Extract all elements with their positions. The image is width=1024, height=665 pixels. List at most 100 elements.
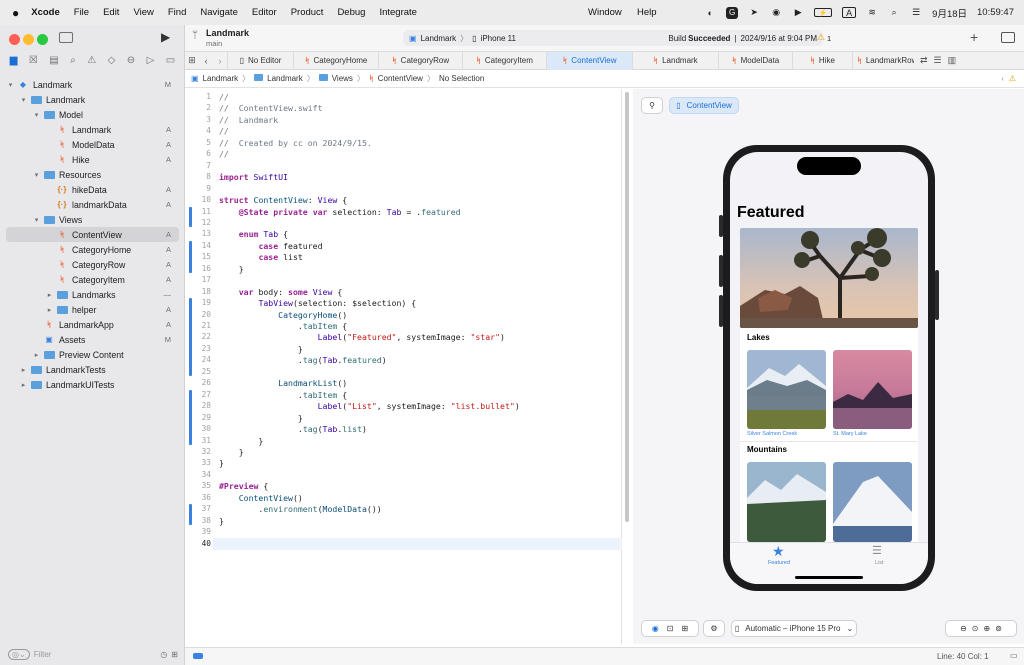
test-navigator-icon[interactable]: ◇ bbox=[108, 55, 116, 66]
status-play-icon[interactable]: ▶ bbox=[792, 7, 804, 19]
tab-landmarkrow[interactable]: ᛋ LandmarkRow bbox=[852, 51, 914, 70]
tab-hike[interactable]: ᛋ Hike bbox=[792, 51, 852, 70]
code-line[interactable]: // bbox=[219, 126, 229, 136]
menu-app-name[interactable]: Xcode bbox=[31, 7, 60, 18]
code-line[interactable]: ContentView() bbox=[219, 493, 303, 503]
code-line[interactable]: } bbox=[219, 413, 303, 423]
code-line[interactable]: } bbox=[219, 436, 263, 446]
editor-options-icon[interactable]: ⊞ bbox=[185, 55, 199, 66]
code-line[interactable]: struct ContentView: View { bbox=[219, 195, 347, 205]
tree-item-landmarkuitests[interactable]: ▸ LandmarkUITests bbox=[0, 377, 185, 392]
status-chat-icon[interactable]: ◉ bbox=[770, 7, 782, 19]
code-line[interactable]: } bbox=[219, 447, 244, 457]
inspector-icon[interactable]: ▭ bbox=[1010, 651, 1018, 660]
landmark-card-image[interactable] bbox=[747, 462, 826, 542]
code-line[interactable]: enum Tab { bbox=[219, 229, 288, 239]
chevron-down-icon[interactable]: ▾ bbox=[32, 111, 41, 119]
tree-item-resources[interactable]: ▾ Resources bbox=[0, 167, 185, 182]
project-title[interactable]: Landmark bbox=[206, 28, 249, 38]
debug-navigator-icon[interactable]: ⊖ bbox=[127, 55, 135, 66]
tree-item-assets[interactable]: ▣ Assets M bbox=[0, 332, 185, 347]
activity-viewer[interactable]: ▣ Landmark 〉 ▯ iPhone 11 Build Succeeded… bbox=[403, 30, 823, 46]
landmark-card-image[interactable] bbox=[833, 350, 912, 429]
warning-icon[interactable]: ⚠ bbox=[817, 32, 825, 43]
code-line[interactable]: } bbox=[219, 344, 303, 354]
code-line[interactable]: } bbox=[219, 516, 224, 526]
tab-contentview[interactable]: ᛋ ContentView bbox=[546, 51, 632, 70]
tab-categoryhome[interactable]: ᛋ CategoryHome bbox=[293, 51, 378, 70]
chevron-right-icon[interactable]: ▸ bbox=[19, 366, 28, 374]
filter-icon[interactable]: ◎⌄ bbox=[8, 648, 30, 660]
tab-categoryitem[interactable]: ᛋ CategoryItem bbox=[462, 51, 546, 70]
tree-item-categoryrow[interactable]: ᛋ CategoryRow A bbox=[0, 257, 185, 272]
zoom-fit-icon[interactable]: ⊙ bbox=[972, 624, 979, 633]
menu-window[interactable]: Window bbox=[588, 7, 622, 18]
recent-files-icon[interactable]: ◷ bbox=[160, 650, 167, 659]
find-navigator-icon[interactable]: ⌕ bbox=[70, 55, 76, 66]
tree-item-landmark[interactable]: ▾ Landmark bbox=[0, 92, 185, 107]
tab-list-label[interactable]: List bbox=[875, 560, 884, 566]
landmark-card-image[interactable] bbox=[833, 462, 912, 542]
code-line[interactable]: case list bbox=[219, 252, 302, 262]
code-line[interactable]: } bbox=[219, 458, 224, 468]
zoom-window-button[interactable] bbox=[37, 34, 48, 45]
variants-icon[interactable]: ⊞ bbox=[681, 624, 688, 633]
toggle-sidebar-icon[interactable] bbox=[59, 32, 73, 43]
jump-group[interactable]: Landmark bbox=[267, 74, 303, 83]
code-line[interactable]: // bbox=[219, 92, 229, 102]
tree-item-contentview[interactable]: ᛋ ContentView A bbox=[6, 227, 179, 242]
control-center-icon[interactable]: ☰ bbox=[910, 7, 922, 19]
code-line[interactable]: Label("Featured", systemImage: "star") bbox=[219, 332, 505, 342]
forward-icon[interactable]: › bbox=[213, 56, 227, 66]
tab-landmark[interactable]: ᛋ Landmark bbox=[632, 51, 718, 70]
tree-item-model[interactable]: ▾ Model bbox=[0, 107, 185, 122]
tree-item-landmark[interactable]: ▾ ◆ Landmark M bbox=[0, 77, 185, 92]
code-line[interactable]: LandmarkList() bbox=[219, 378, 347, 388]
code-line[interactable]: TabView(selection: $selection) { bbox=[219, 298, 416, 308]
tree-item-landmarks[interactable]: ▸ Landmarks — bbox=[0, 287, 185, 302]
star-icon[interactable]: ★ bbox=[772, 543, 785, 560]
tab-featured-label[interactable]: Featured bbox=[768, 560, 790, 566]
tab-modeldata[interactable]: ᛋ ModelData bbox=[718, 51, 792, 70]
menu-view[interactable]: View bbox=[133, 7, 153, 18]
tab-no-editor[interactable]: ▯ No Editor bbox=[227, 51, 293, 70]
tree-item-landmarkdata[interactable]: {·} landmarkData A bbox=[0, 197, 185, 212]
tree-item-helper[interactable]: ▸ helper A bbox=[0, 302, 185, 317]
run-button[interactable]: ▶ bbox=[161, 30, 170, 44]
code-line[interactable]: case featured bbox=[219, 241, 322, 251]
zoom-in-icon[interactable]: ⊕ bbox=[984, 624, 991, 633]
destination-label[interactable]: iPhone 11 bbox=[481, 34, 516, 43]
prev-issue-icon[interactable]: ‹ bbox=[1001, 74, 1004, 83]
menu-navigate[interactable]: Navigate bbox=[200, 7, 238, 18]
code-line[interactable]: #Preview { bbox=[219, 481, 268, 491]
code-line[interactable]: // bbox=[219, 149, 229, 159]
editor-menu-icon[interactable]: ☰ bbox=[934, 55, 942, 66]
code-line[interactable]: // Landmark bbox=[219, 115, 278, 125]
add-icon[interactable]: + bbox=[970, 29, 978, 45]
breakpoint-navigator-icon[interactable]: ▷ bbox=[147, 55, 155, 66]
chevron-down-icon[interactable]: ▾ bbox=[32, 171, 41, 179]
tree-item-preview-content[interactable]: ▸ Preview Content bbox=[0, 347, 185, 362]
menu-time[interactable]: 10:59:47 bbox=[977, 7, 1014, 18]
code-line[interactable]: @State private var selection: Tab = .fea… bbox=[219, 207, 461, 217]
code-line[interactable]: import SwiftUI bbox=[219, 172, 288, 182]
menu-file[interactable]: File bbox=[74, 7, 89, 18]
chevron-down-icon[interactable]: ▾ bbox=[19, 96, 28, 104]
code-line[interactable]: } bbox=[219, 264, 244, 274]
tree-item-hike[interactable]: ᛋ Hike A bbox=[0, 152, 185, 167]
zoom-out-icon[interactable]: ⊖ bbox=[960, 624, 967, 633]
jump-project[interactable]: Landmark bbox=[203, 74, 239, 83]
issue-navigator-icon[interactable]: ⚠ bbox=[87, 55, 96, 66]
menu-debug[interactable]: Debug bbox=[337, 7, 365, 18]
code-line[interactable]: // ContentView.swift bbox=[219, 103, 323, 113]
tab-overflow-icon[interactable]: ⇄ bbox=[920, 55, 928, 66]
code-line[interactable]: .environment(ModelData()) bbox=[219, 504, 381, 514]
code-line[interactable]: Label("List", systemImage: "list.bullet"… bbox=[219, 401, 520, 411]
chevron-down-icon[interactable]: ▾ bbox=[32, 216, 41, 224]
tree-item-categoryhome[interactable]: ᛋ CategoryHome A bbox=[0, 242, 185, 257]
menu-edit[interactable]: Edit bbox=[103, 7, 119, 18]
tree-item-landmarkapp[interactable]: ᛋ LandmarkApp A bbox=[0, 317, 185, 332]
input-source-icon[interactable]: A bbox=[842, 7, 857, 18]
symbol-navigator-icon[interactable]: ▤ bbox=[49, 55, 58, 66]
apple-icon[interactable]: ● bbox=[12, 6, 19, 20]
